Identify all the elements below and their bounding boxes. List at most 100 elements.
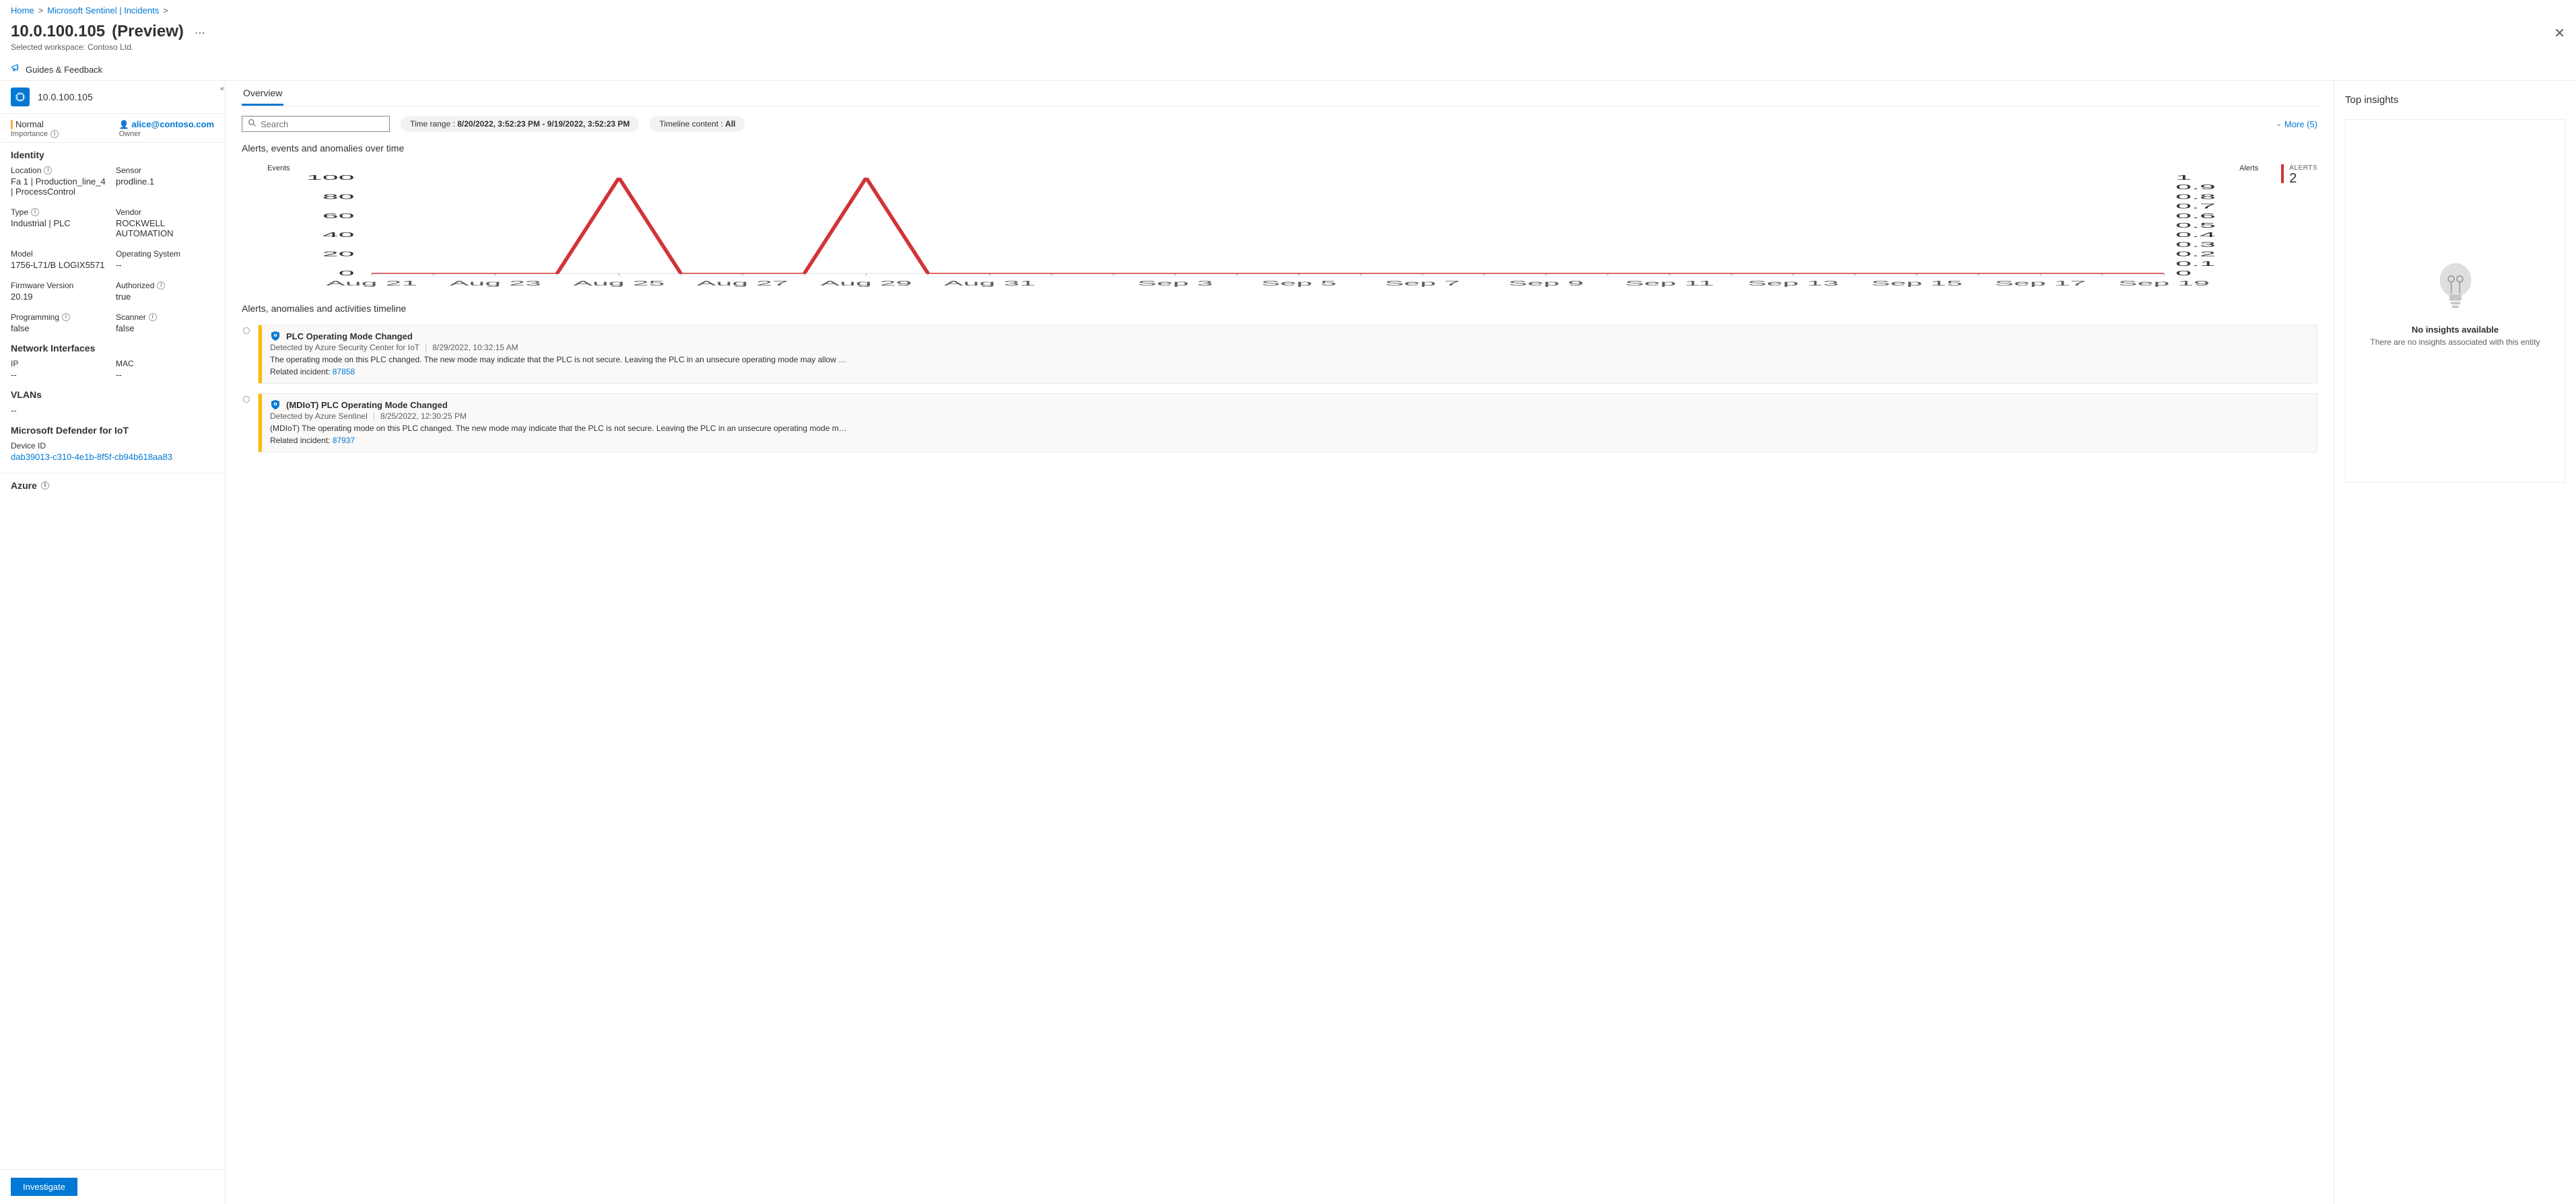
vlans-section: VLANs -- <box>0 382 225 418</box>
timeline-content-value: All <box>725 119 735 129</box>
alerts-axis-label: Alerts <box>2239 164 2258 172</box>
field-value: 1756-L71/B LOGIX5571 <box>11 260 109 270</box>
breadcrumb: Home > Microsoft Sentinel | Incidents > <box>0 0 2576 21</box>
svg-text:Aug 29: Aug 29 <box>820 279 912 287</box>
importance-indicator <box>11 120 13 129</box>
person-icon: 👤 <box>119 120 129 129</box>
more-actions-button[interactable]: ⋯ <box>191 26 209 40</box>
identity-field: Model1756-L71/B LOGIX5571 <box>11 249 109 270</box>
chevron-right-icon: > <box>163 5 168 15</box>
close-button[interactable]: ✕ <box>2554 25 2565 42</box>
time-range-label: Time range : <box>410 119 457 129</box>
alert-source: Detected by Azure Security Center for Io… <box>270 343 419 352</box>
entity-header: 10.0.100.105 <box>0 81 225 114</box>
alert-time: 8/29/2022, 10:32:15 AM <box>432 343 518 352</box>
alerts-count-value: 2 <box>2289 172 2317 185</box>
workspace-value: Contoso Ltd. <box>88 42 133 52</box>
guides-feedback-button[interactable]: Guides & Feedback <box>11 63 102 76</box>
insights-empty-title: No insights available <box>2412 325 2499 335</box>
alert-source: Detected by Azure Sentinel <box>270 411 368 421</box>
svg-text:Sep 5: Sep 5 <box>1261 279 1336 287</box>
identity-field: Type iIndustrial | PLC <box>11 207 109 238</box>
svg-text:Aug 25: Aug 25 <box>573 279 665 287</box>
entity-details-pane: « 10.0.100.105 Normal Importance i <box>0 81 226 1204</box>
identity-section: Identity Location iFa 1 | Production_lin… <box>0 143 225 336</box>
device-id-link[interactable]: dab39013-c310-4e1b-8f5f-cb94b618aa83 <box>11 452 172 462</box>
svg-text:100: 100 <box>306 175 355 181</box>
info-icon[interactable]: i <box>50 130 59 138</box>
search-box[interactable] <box>242 116 390 132</box>
search-input[interactable] <box>261 119 384 129</box>
svg-text:0.4: 0.4 <box>2175 231 2216 238</box>
identity-field: Sensorprodline.1 <box>116 166 214 197</box>
field-label: IP <box>11 359 109 368</box>
info-icon[interactable]: i <box>44 166 52 174</box>
identity-field: VendorROCKWELL AUTOMATION <box>116 207 214 238</box>
svg-text:0.1: 0.1 <box>2175 260 2216 267</box>
identity-field: Location iFa 1 | Production_line_4 | Pro… <box>11 166 109 197</box>
chevron-down-icon: ⌄ <box>2276 121 2281 128</box>
time-range-pill[interactable]: Time range : 8/20/2022, 3:52:23 PM - 9/1… <box>401 116 639 132</box>
alerts-summary: ALERTS 2 <box>2281 164 2317 185</box>
timeline-list: PLC Operating Mode ChangedDetected by Az… <box>242 325 2317 453</box>
breadcrumb-sentinel-incidents[interactable]: Microsoft Sentinel | Incidents <box>47 5 159 15</box>
shield-icon <box>270 399 281 410</box>
timeline-content-pill[interactable]: Timeline content : All <box>650 116 745 132</box>
info-icon[interactable]: i <box>62 313 70 321</box>
field-value: ROCKWELL AUTOMATION <box>116 218 214 238</box>
chart-container: Events Alerts 02040608010000.10.20.30.40… <box>242 164 2317 290</box>
investigate-button[interactable]: Investigate <box>11 1178 77 1196</box>
svg-text:Sep 3: Sep 3 <box>1137 279 1213 287</box>
svg-text:0.8: 0.8 <box>2175 193 2216 200</box>
svg-text:80: 80 <box>323 193 355 200</box>
alert-description: The operating mode on this PLC changed. … <box>270 355 2309 364</box>
identity-field: Scanner ifalse <box>116 312 214 333</box>
svg-text:0.2: 0.2 <box>2175 250 2216 258</box>
breadcrumb-home[interactable]: Home <box>11 5 34 15</box>
svg-text:Sep 15: Sep 15 <box>1871 279 1963 287</box>
field-label: Location i <box>11 166 109 175</box>
vlans-title: VLANs <box>11 389 214 400</box>
guides-feedback-label: Guides & Feedback <box>26 65 102 75</box>
network-field: IP-- <box>11 359 109 380</box>
field-label: Operating System <box>116 249 214 259</box>
field-value: Fa 1 | Production_line_4 | ProcessContro… <box>11 176 109 197</box>
svg-text:Sep 11: Sep 11 <box>1625 279 1714 287</box>
info-icon[interactable]: i <box>149 313 157 321</box>
info-icon[interactable]: i <box>41 481 49 490</box>
svg-text:0.6: 0.6 <box>2175 212 2216 220</box>
svg-text:0.7: 0.7 <box>2175 203 2216 210</box>
workspace-line: Selected workspace: Contoso Ltd. <box>11 42 2565 52</box>
insights-empty-subtitle: There are no insights associated with th… <box>2370 337 2540 347</box>
azure-section[interactable]: Azure i <box>0 473 225 499</box>
related-incident-link[interactable]: 87858 <box>333 367 355 376</box>
tab-overview[interactable]: Overview <box>242 81 283 106</box>
field-value: -- <box>116 260 214 270</box>
info-icon[interactable]: i <box>31 208 39 216</box>
svg-text:Sep 9: Sep 9 <box>1508 279 1584 287</box>
info-icon[interactable]: i <box>157 281 165 290</box>
insights-empty-state: No insights available There are no insig… <box>2345 119 2565 483</box>
timeline-item[interactable]: (MDIoT) PLC Operating Mode ChangedDetect… <box>242 393 2317 453</box>
preview-tag: (Preview) <box>112 22 184 41</box>
collapse-pane-button[interactable]: « <box>219 83 226 94</box>
alert-meta: Detected by Azure Security Center for Io… <box>270 343 2309 352</box>
svg-text:60: 60 <box>323 212 355 220</box>
timeline-bullet <box>242 393 251 453</box>
alert-title: (MDIoT) PLC Operating Mode Changed <box>286 400 448 410</box>
timeline-item[interactable]: PLC Operating Mode ChangedDetected by Az… <box>242 325 2317 384</box>
more-filters-button[interactable]: ⌄ More (5) <box>2276 119 2317 129</box>
chip-icon <box>11 88 30 106</box>
field-label: Vendor <box>116 207 214 217</box>
svg-text:0.5: 0.5 <box>2175 222 2216 229</box>
related-incident-link[interactable]: 87937 <box>333 436 355 445</box>
owner-email[interactable]: alice@contoso.com <box>132 119 214 129</box>
vlans-value: -- <box>11 405 214 415</box>
field-value: true <box>116 292 214 302</box>
timeline-card: PLC Operating Mode ChangedDetected by Az… <box>258 325 2317 384</box>
svg-text:Sep 7: Sep 7 <box>1384 279 1460 287</box>
insights-pane: Top insights No insights available There… <box>2334 81 2576 1204</box>
network-section: Network Interfaces IP--MAC-- <box>0 336 225 382</box>
svg-text:Sep 17: Sep 17 <box>1994 279 2086 287</box>
importance-label: Importance <box>11 130 48 138</box>
